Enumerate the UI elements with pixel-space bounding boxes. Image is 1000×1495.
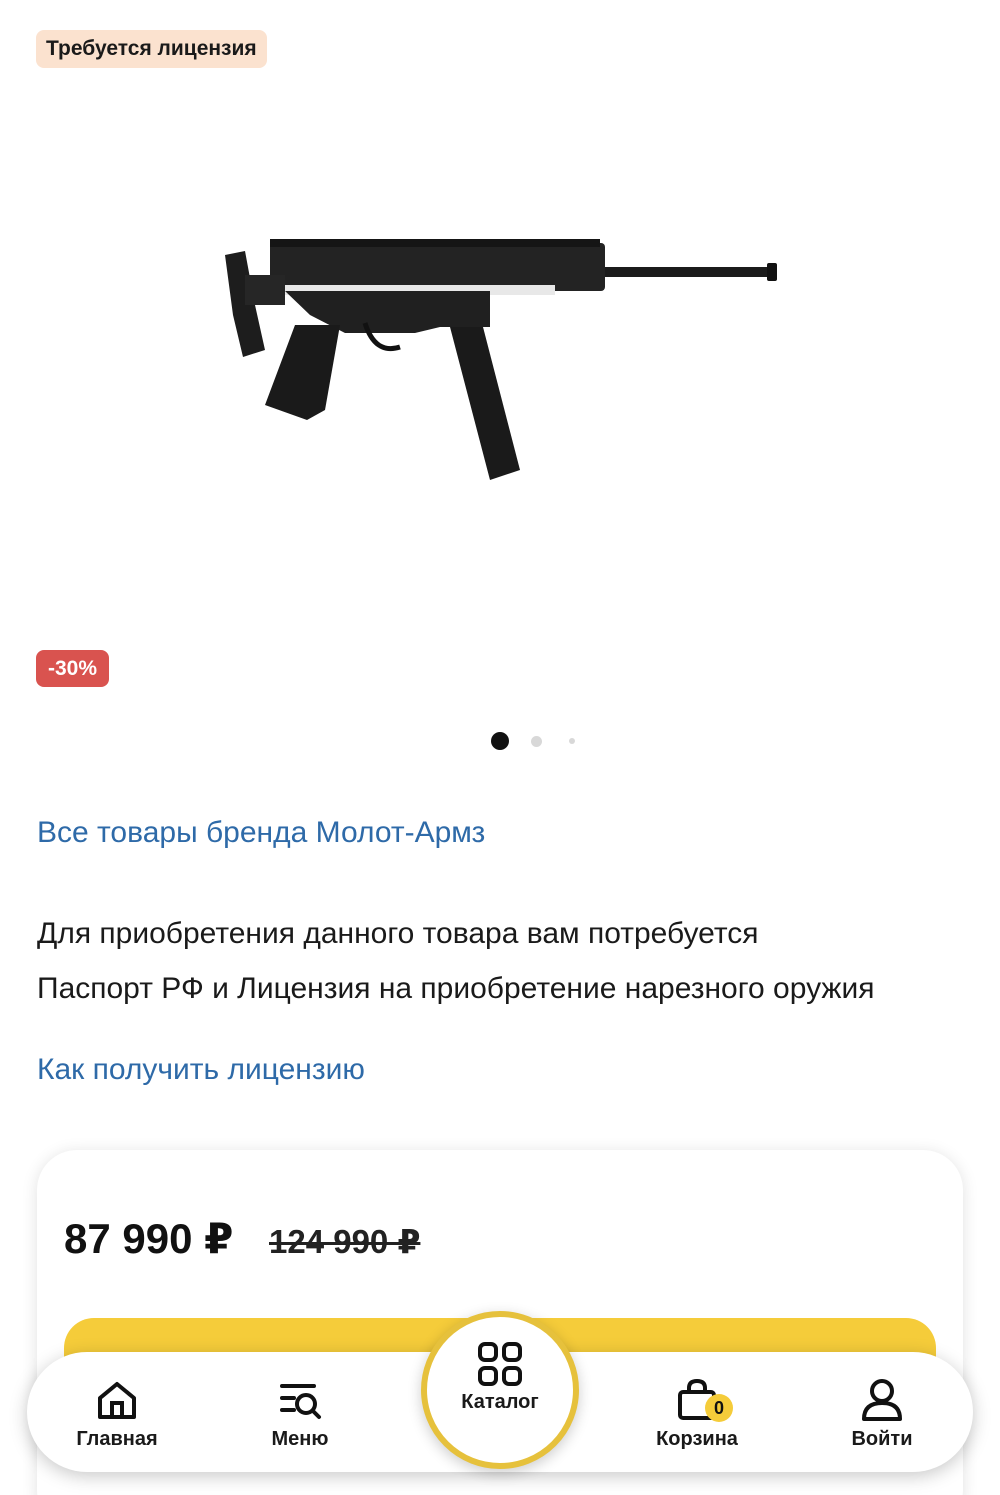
old-price: 124 990 ₽ — [269, 1223, 421, 1260]
license-notice-line: Для приобретения данного товара вам потр… — [37, 917, 759, 950]
nav-catalog-label: Каталог — [461, 1391, 539, 1413]
nav-login-label: Войти — [851, 1428, 913, 1450]
nav-cart-label: Корзина — [656, 1428, 738, 1450]
home-icon — [98, 1382, 136, 1419]
product-image[interactable] — [215, 215, 785, 495]
brand-products-link[interactable]: Все товары бренда Молот-Армз — [37, 816, 485, 850]
nav-login[interactable]: Войти — [832, 1352, 932, 1472]
nav-catalog[interactable]: Каталог — [421, 1311, 579, 1469]
license-notice: Для приобретения данного товара вам потр… — [37, 906, 977, 1016]
nav-menu-label: Меню — [271, 1428, 329, 1450]
user-icon — [862, 1379, 902, 1421]
how-to-get-license-link[interactable]: Как получить лицензию — [37, 1053, 365, 1087]
nav-home-label: Главная — [76, 1428, 158, 1450]
menu-search-icon — [280, 1384, 321, 1419]
grid-icon — [478, 1342, 522, 1386]
nav-home[interactable]: Главная — [67, 1352, 167, 1472]
gallery-pagination — [0, 732, 1000, 752]
discount-badge: -30% — [36, 650, 109, 687]
pagination-dot-active[interactable] — [491, 732, 509, 750]
nav-menu[interactable]: Меню — [250, 1352, 350, 1472]
pagination-dot[interactable] — [531, 736, 542, 747]
current-price: 87 990 ₽ — [64, 1215, 234, 1262]
pagination-dot[interactable] — [569, 738, 575, 744]
license-notice-line: Паспорт РФ и Лицензия на приобретение на… — [37, 972, 875, 1005]
nav-cart[interactable]: 0 Корзина — [647, 1352, 747, 1472]
cart-count-badge: 0 — [705, 1394, 733, 1422]
license-required-badge: Требуется лицензия — [36, 30, 267, 68]
